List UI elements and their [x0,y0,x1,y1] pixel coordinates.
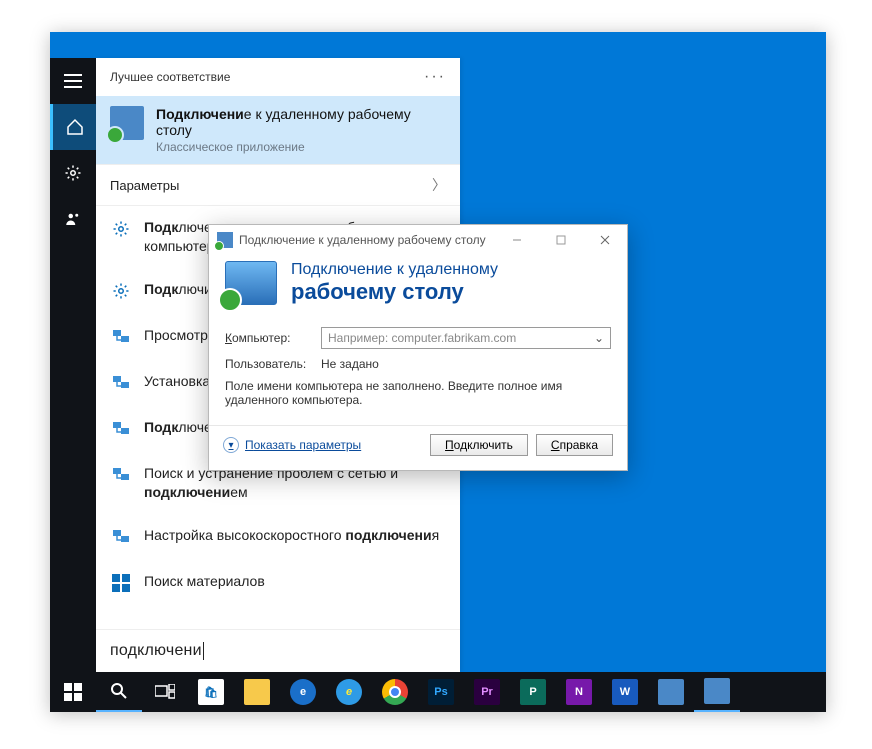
computer-label: Компьютер: [225,331,311,345]
photoshop-icon[interactable]: Ps [418,672,464,712]
hamburger-icon[interactable] [50,58,96,104]
task-view-button[interactable] [142,672,188,712]
result-text: Поиск материалов [144,572,265,591]
rdp-banner-line2: рабочему столу [291,279,498,305]
search-header: Лучшее соответствие ··· [96,58,460,96]
rdp-titlebar[interactable]: Подключение к удаленному рабочему столу [209,225,627,255]
best-match-title: Подключение к удаленному рабочему столу [156,106,446,138]
chrome-icon[interactable] [372,672,418,712]
desktop-frame: Лучшее соответствие ··· Подключение к уд… [50,32,826,712]
rdp-footer: ▾ Показать параметры Подключить Справка [209,425,627,470]
store-icon [110,572,132,594]
taskbar-search-button[interactable] [96,672,142,712]
expand-down-icon: ▾ [223,437,239,453]
chevron-down-icon[interactable]: ⌄ [594,331,604,345]
search-result-item[interactable]: Настройка высокоскоростного подключения [96,514,460,560]
gear-icon [110,280,132,302]
best-match-item[interactable]: Подключение к удаленному рабочему столу … [96,96,460,164]
rdp-dialog: Подключение к удаленному рабочему столу … [208,224,628,471]
onenote-icon[interactable]: N [556,672,602,712]
best-match-subtitle: Классическое приложение [156,140,446,154]
rdp-app-icon [110,106,144,140]
parameters-header[interactable]: Параметры 〉 [96,164,460,206]
gear-icon [110,218,132,240]
rdp-title-text: Подключение к удаленному рабочему столу [239,233,495,247]
close-button[interactable] [583,225,627,255]
minimize-button[interactable] [495,225,539,255]
user-value: Не задано [321,357,379,371]
search-input[interactable]: подключени [96,629,460,672]
network-icon [110,372,132,394]
best-match-label: Лучшее соответствие [110,70,230,84]
computer-placeholder: Например: computer.fabrikam.com [328,331,516,345]
start-left-rail [50,58,96,672]
home-icon[interactable] [50,104,96,150]
ie-icon[interactable]: e [326,672,372,712]
settings-gear-icon[interactable] [50,150,96,196]
maximize-button[interactable] [539,225,583,255]
remote-app2-icon[interactable] [694,672,740,712]
result-text: Настройка высокоскоростного подключения [144,526,439,545]
taskbar: 🛍 e e Ps Pr P N W [50,672,826,712]
rdp-banner-line1: Подключение к удаленному [291,261,498,279]
parameters-label: Параметры [110,178,179,193]
show-options-link[interactable]: ▾ Показать параметры [223,437,361,453]
network-icon [110,418,132,440]
store-app-icon[interactable]: 🛍 [188,672,234,712]
rdp-title-icon [217,232,233,248]
network-icon [110,464,132,486]
premiere-icon[interactable]: Pr [464,672,510,712]
rdp-hint-text: Поле имени компьютера не заполнено. Введ… [225,379,611,407]
rdp-body: Компьютер: Например: computer.fabrikam.c… [209,317,627,425]
rdp-banner-icon [225,261,277,305]
word-icon[interactable]: W [602,672,648,712]
file-explorer-icon[interactable] [234,672,280,712]
network-icon [110,526,132,548]
rdp-banner: Подключение к удаленному рабочему столу [209,255,627,317]
more-icon[interactable]: ··· [424,68,446,86]
network-icon [110,326,132,348]
text-caret [203,642,204,660]
help-button[interactable]: Справка [536,434,613,456]
people-icon[interactable] [50,196,96,242]
chevron-right-icon: 〉 [432,175,446,195]
edge-icon[interactable]: e [280,672,326,712]
remote-app1-icon[interactable] [648,672,694,712]
start-button[interactable] [50,672,96,712]
user-label: Пользователь: [225,357,311,371]
computer-combobox[interactable]: Например: computer.fabrikam.com ⌄ [321,327,611,349]
search-result-item[interactable]: Поиск материалов [96,560,460,606]
publisher-icon[interactable]: P [510,672,556,712]
connect-button[interactable]: Подключить [430,434,528,456]
